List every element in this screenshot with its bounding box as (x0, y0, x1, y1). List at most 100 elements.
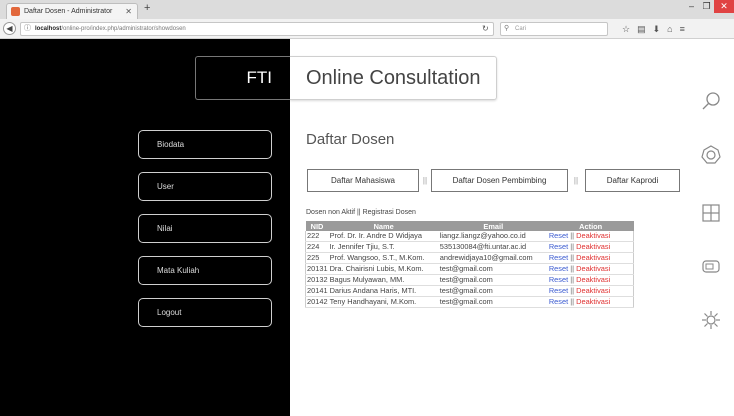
devices-icon[interactable] (700, 255, 722, 277)
tab-daftar-dosen-pembimbing[interactable]: Daftar Dosen Pembimbing (431, 169, 568, 192)
reload-icon[interactable]: ↻ (482, 22, 489, 36)
close-window-button[interactable]: ✕ (714, 0, 734, 13)
menu-biodata-button[interactable]: Biodata (138, 130, 272, 159)
cell-email: test@gmail.com (438, 285, 548, 297)
dosen-table: NID Name Email Action 222 Prof. Dr. Ir. A… (304, 221, 634, 308)
action-separator: || (570, 242, 575, 251)
window-controls: – ❐ ✕ (684, 0, 734, 13)
deaktivasi-link[interactable]: Deaktivasi (576, 275, 610, 284)
action-separator: || (570, 264, 575, 273)
windows-start-icon[interactable] (700, 202, 722, 224)
maximize-button[interactable]: ❐ (699, 0, 714, 13)
cell-action: Reset || Deaktivasi (547, 252, 634, 264)
cell-action: Reset || Deaktivasi (547, 241, 634, 253)
download-icon[interactable]: ⬇ (653, 22, 661, 36)
reset-link[interactable]: Reset (549, 264, 568, 273)
action-separator: || (570, 286, 575, 295)
browser-tab[interactable]: Daftar Dosen - Administrator ✕ (6, 3, 138, 19)
cell-nid: 222 (304, 231, 329, 242)
home-icon[interactable]: ⌂ (667, 22, 672, 36)
cell-email: test@gmail.com (438, 296, 548, 308)
bookmark-star-icon[interactable]: ☆ (622, 22, 630, 36)
url-host: localhost (35, 26, 62, 32)
cell-name: Bagus Mulyawan, MM. (328, 274, 439, 286)
info-icon[interactable]: ⓘ (24, 23, 31, 35)
action-separator: || (570, 231, 575, 240)
table-row: 20141 Darius Andana Haris, MTI. test@gmail… (304, 285, 634, 297)
table-row: 20132 Bagus Mulyawan, MM. test@gmail.com Re… (304, 274, 634, 286)
action-separator: || (570, 297, 575, 306)
deaktivasi-link[interactable]: Deaktivasi (576, 286, 610, 295)
cell-action: Reset || Deaktivasi (547, 285, 634, 297)
menu-mata-kuliah-button[interactable]: Mata Kuliah (138, 256, 272, 285)
app-title: Online Consultation (290, 56, 497, 100)
reset-link[interactable]: Reset (549, 253, 568, 262)
deaktivasi-link[interactable]: Deaktivasi (576, 264, 610, 273)
tab-separator: || (422, 176, 428, 185)
registrasi-dosen-link[interactable]: Registrasi Dosen (363, 209, 416, 216)
reset-link[interactable]: Reset (549, 231, 568, 240)
search-small-icon: ⚲ (504, 25, 510, 32)
table-row: 222 Prof. Dr. Ir. Andre D Widjaya liangz.l… (304, 231, 634, 242)
cell-action: Reset || Deaktivasi (547, 274, 634, 286)
reading-list-icon[interactable]: ▤ (637, 22, 646, 36)
menu-user-button[interactable]: User (138, 172, 272, 201)
deaktivasi-link[interactable]: Deaktivasi (576, 242, 610, 251)
browser-nav-bar: ◀ ⓘ localhost/online-pro/index.php/admin… (0, 19, 734, 39)
close-tab-icon[interactable]: ✕ (125, 4, 132, 19)
reset-link[interactable]: Reset (549, 275, 568, 284)
tab-daftar-kaprodi[interactable]: Daftar Kaprodi (585, 169, 680, 192)
deaktivasi-link[interactable]: Deaktivasi (576, 231, 610, 240)
table-row: 20142 Teny Handhayani, M.Kom. test@gmail.c… (304, 296, 634, 308)
cell-action: Reset || Deaktivasi (547, 263, 634, 275)
header-action: Action (547, 221, 634, 231)
action-separator: || (570, 253, 575, 262)
reset-link[interactable]: Reset (549, 242, 568, 251)
favicon-icon (11, 7, 20, 16)
cell-action: Reset || Deaktivasi (547, 296, 634, 308)
deaktivasi-link[interactable]: Deaktivasi (576, 297, 610, 306)
deaktivasi-link[interactable]: Deaktivasi (576, 253, 610, 262)
header-nid: NID (305, 221, 329, 231)
cell-nid: 225 (304, 252, 329, 264)
search-icon[interactable] (700, 90, 722, 112)
header-email: Email (438, 221, 548, 231)
menu-logout-button[interactable]: Logout (138, 298, 272, 327)
address-bar[interactable]: ⓘ localhost/online-pro/index.php/adminis… (20, 22, 494, 36)
sublink-separator: || (356, 209, 361, 216)
new-tab-button[interactable]: + (144, 2, 150, 14)
cell-email: 535130084@fti.untar.ac.id (438, 241, 548, 253)
url-path: /online-pro/index.php/administrator/show… (61, 26, 186, 32)
cell-nid: 20131 (304, 263, 329, 275)
cell-email: andrewidjaya10@gmail.com (438, 252, 548, 264)
browser-tab-title: Daftar Dosen - Administrator (24, 8, 113, 15)
cell-nid: 20141 (304, 285, 329, 297)
cell-nid: 224 (304, 241, 329, 253)
menu-icon[interactable]: ≡ (680, 22, 685, 36)
reset-link[interactable]: Reset (549, 286, 568, 295)
cell-email: test@gmail.com (438, 263, 548, 275)
brand-logo: FTI (195, 56, 290, 100)
page-title: Daftar Dosen (306, 131, 395, 148)
table-row: 20131 Dra. Chairisni Lubis, M.Kom. test@gm… (304, 263, 634, 275)
cell-name: Dra. Chairisni Lubis, M.Kom. (328, 263, 439, 275)
minimize-button[interactable]: – (684, 0, 699, 13)
settings-icon[interactable] (700, 144, 722, 166)
tab-daftar-mahasiswa[interactable]: Daftar Mahasiswa (307, 169, 419, 192)
back-button[interactable]: ◀ (3, 22, 16, 35)
sublinks: Dosen non Aktif || Registrasi Dosen (306, 209, 416, 216)
cell-email: test@gmail.com (438, 274, 548, 286)
table-row: 225 Prof. Wangsoo, S.T., M.Kom. andrewidja… (304, 252, 634, 264)
search-bar[interactable]: ⚲ Cari (500, 22, 608, 36)
table-row: 224 Ir. Jennifer Tjiu, S.T. 535130084@fti.… (304, 241, 634, 253)
dosen-non-aktif-link[interactable]: Dosen non Aktif (306, 209, 355, 216)
header-name: Name (328, 221, 439, 231)
reset-link[interactable]: Reset (549, 297, 568, 306)
cell-nid: 20132 (304, 274, 329, 286)
toolbar-icons: ☆ ▤ ⬇ ⌂ ≡ (622, 22, 685, 36)
tab-separator: || (573, 176, 579, 185)
menu-nilai-button[interactable]: Nilai (138, 214, 272, 243)
cell-name: Teny Handhayani, M.Kom. (328, 296, 439, 308)
gear-icon[interactable] (700, 309, 722, 331)
cell-action: Reset || Deaktivasi (547, 231, 634, 242)
